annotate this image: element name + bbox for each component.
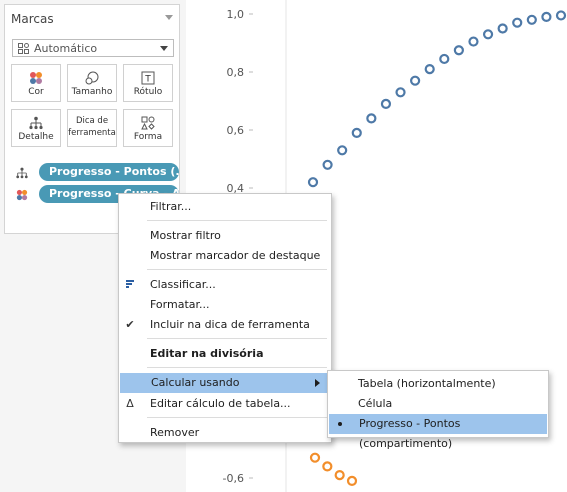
blue-data-point[interactable] [541, 11, 552, 22]
blue-data-point[interactable] [555, 10, 567, 21]
menu-item-label: Incluir na dica de ferramenta [150, 318, 310, 331]
y-tick-label: 1,0 [227, 8, 245, 21]
orange-data-point[interactable] [334, 470, 345, 481]
blue-data-point[interactable] [468, 36, 479, 47]
menu-item-label: Calcular usando [151, 376, 240, 389]
menu-item-compute-using[interactable]: Calcular usando [120, 373, 330, 393]
menu-item-sort[interactable]: Classificar... [119, 275, 331, 295]
submenu-item-cell[interactable]: Célula [328, 394, 548, 414]
sort-icon [123, 279, 137, 291]
field-pill[interactable]: Progresso - Pontos (.. [39, 163, 179, 181]
blue-data-point[interactable] [380, 98, 392, 110]
context-menu: Filtrar... Mostrar filtro Mostrar marcad… [118, 193, 332, 443]
menu-item-filter[interactable]: Filtrar... [119, 197, 331, 217]
label-button[interactable]: T Rótulo [123, 64, 173, 102]
blue-data-point[interactable] [439, 53, 450, 65]
y-tick-label: 0,6 [227, 124, 245, 137]
size-button[interactable]: Tamanho [67, 64, 117, 102]
chevron-down-icon [160, 46, 168, 51]
menu-item-label: Mostrar marcador de destaque [150, 249, 321, 262]
svg-text:T: T [144, 75, 151, 85]
menu-item-show-highlighter[interactable]: Mostrar marcador de destaque [119, 246, 331, 266]
automatic-mark-icon [18, 43, 29, 54]
menu-item-label: Mostrar filtro [150, 229, 221, 242]
blue-data-point[interactable] [482, 29, 494, 40]
detail-button[interactable]: Detalhe [11, 109, 61, 147]
compute-using-submenu: Tabela (horizontalmente) Célula Progress… [327, 370, 549, 450]
menu-item-label: Editar cálculo de tabela... [150, 397, 291, 410]
menu-item-show-filter[interactable]: Mostrar filtro [119, 226, 331, 246]
blue-data-point[interactable] [512, 17, 523, 28]
delta-icon: Δ [126, 397, 134, 410]
blue-data-point[interactable] [395, 87, 406, 98]
color-button-label: Cor [28, 87, 44, 97]
submenu-arrow-icon [315, 379, 320, 387]
blue-data-point[interactable] [424, 63, 435, 75]
menu-item-label: Classificar... [150, 278, 216, 291]
selected-bullet-icon [338, 422, 342, 426]
menu-item-label: Célula [358, 397, 393, 410]
detail-icon [29, 116, 43, 130]
blue-data-point[interactable] [307, 177, 319, 188]
submenu-item-progress-points[interactable]: Progresso - Pontos (compartimento) [329, 414, 547, 450]
menu-item-remove[interactable]: Remover [119, 423, 331, 443]
blue-data-point[interactable] [351, 127, 362, 138]
blue-data-point[interactable] [453, 45, 464, 56]
checkmark-icon: ✔ [125, 318, 135, 331]
mark-type-dropdown[interactable]: Automático [12, 39, 174, 57]
detail-icon [16, 167, 28, 179]
color-button[interactable]: Cor [11, 64, 61, 102]
size-button-label: Tamanho [71, 87, 113, 97]
orange-data-point[interactable] [346, 475, 358, 486]
submenu-item-table-across[interactable]: Tabela (horizontalmente) [328, 374, 548, 394]
label-button-label: Rótulo [133, 87, 163, 97]
menu-item-label: Remover [150, 426, 200, 439]
marks-card-menu-icon[interactable] [165, 15, 173, 20]
color-icon [16, 189, 28, 201]
shape-icon [141, 116, 155, 130]
y-tick-label: -0,6 [223, 472, 244, 485]
marks-card-title: Marcas [11, 12, 54, 26]
tooltip-button[interactable]: Dica de ferramenta [67, 109, 117, 147]
blue-data-point[interactable] [410, 75, 421, 86]
menu-separator [147, 269, 327, 270]
menu-separator [147, 417, 327, 418]
shape-button-label: Forma [133, 132, 163, 142]
detail-button-label: Detalhe [18, 132, 54, 142]
menu-item-format[interactable]: Formatar... [119, 295, 331, 315]
blue-data-point[interactable] [497, 23, 508, 34]
blue-data-point[interactable] [526, 14, 537, 25]
menu-item-label: Tabela (horizontalmente) [358, 377, 496, 390]
tooltip-button-label-line2: ferramenta [68, 128, 116, 138]
orange-data-point[interactable] [322, 461, 333, 472]
menu-item-edit-in-shelf[interactable]: Editar na divisória [119, 344, 331, 364]
blue-data-point[interactable] [366, 113, 377, 124]
orange-data-point[interactable] [309, 452, 321, 463]
tooltip-button-label-line1: Dica de [75, 116, 109, 126]
pill-row-detail: Progresso - Pontos (.. [13, 163, 181, 183]
menu-item-label: Editar na divisória [150, 347, 264, 360]
blue-data-point[interactable] [322, 159, 333, 170]
menu-item-label: Progresso - Pontos (compartimento) [359, 417, 461, 450]
mark-type-value: Automático [34, 42, 98, 55]
label-icon: T [141, 71, 155, 85]
shape-button[interactable]: Forma [123, 109, 173, 147]
color-icon [30, 72, 42, 84]
menu-item-edit-table-calc[interactable]: Δ Editar cálculo de tabela... [119, 394, 331, 414]
menu-separator [147, 220, 327, 221]
y-tick-label: 0,8 [227, 66, 245, 79]
menu-item-label: Formatar... [150, 298, 210, 311]
size-icon [85, 71, 99, 85]
menu-separator [147, 338, 327, 339]
blue-data-point[interactable] [337, 145, 348, 156]
menu-item-label: Filtrar... [150, 200, 192, 213]
menu-separator [147, 367, 327, 368]
menu-item-include-in-tooltip[interactable]: ✔ Incluir na dica de ferramenta [119, 315, 331, 335]
